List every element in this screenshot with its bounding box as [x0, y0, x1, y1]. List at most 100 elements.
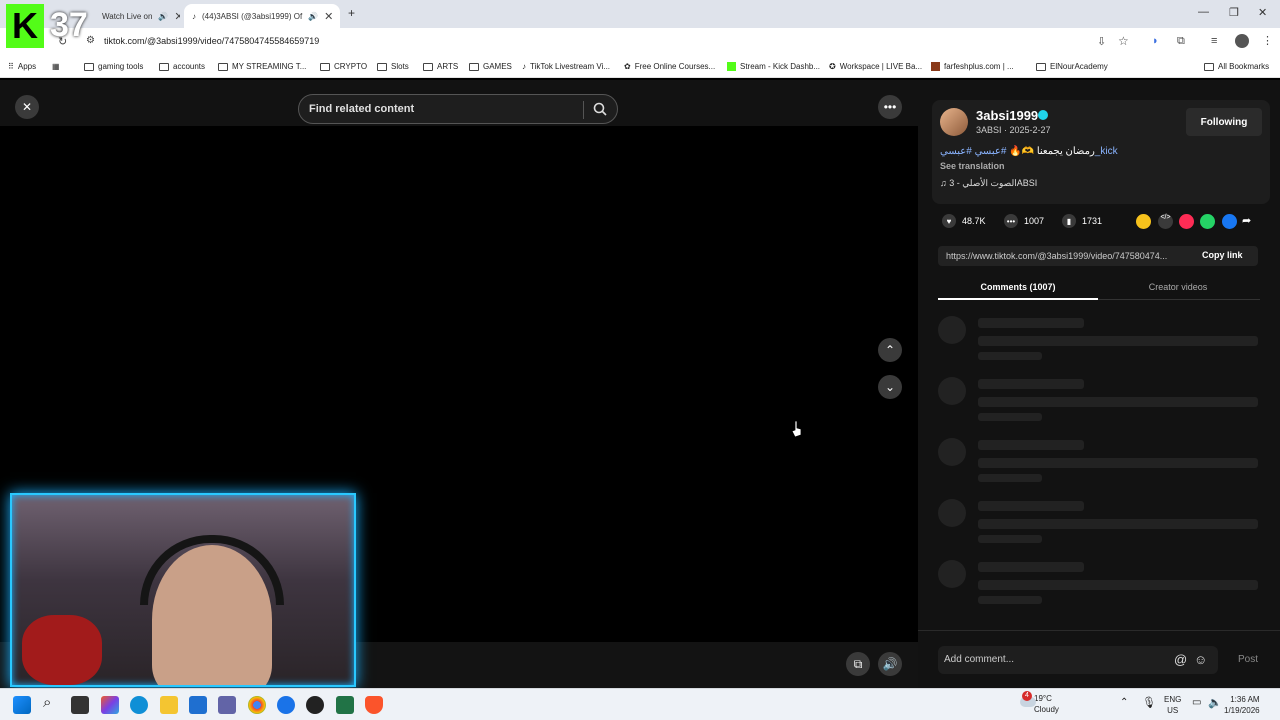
- microphone-icon[interactable]: 🎙: [1142, 696, 1156, 709]
- chair-shape: [22, 615, 102, 685]
- volume-icon[interactable]: 🔊: [878, 652, 902, 676]
- edge-icon[interactable]: [130, 696, 148, 714]
- network-icon[interactable]: ▭: [1192, 697, 1201, 708]
- menu-icon[interactable]: ⋮: [1262, 34, 1273, 47]
- volume-icon[interactable]: 🔈: [1208, 696, 1222, 709]
- embed-icon[interactable]: </>: [1158, 214, 1173, 229]
- bookmark-folder[interactable]: gaming tools: [84, 62, 143, 71]
- more-options-icon[interactable]: •••: [878, 95, 902, 119]
- folder-icon: [423, 62, 433, 71]
- kick-overlay: K 37: [6, 4, 96, 50]
- app-icon[interactable]: [277, 696, 295, 714]
- like-button[interactable]: ♥ 48.7K: [942, 214, 986, 228]
- share-link-text[interactable]: https://www.tiktok.com/@3absi1999/video/…: [946, 251, 1167, 261]
- store-icon[interactable]: [189, 696, 207, 714]
- tab-comments[interactable]: Comments (1007): [938, 282, 1098, 300]
- browser-tab-tiktok[interactable]: ♪ (44)3ABSI (@3absi1999) Of 🔊 ✕: [184, 4, 340, 28]
- profile-avatar[interactable]: [1235, 34, 1249, 48]
- bookmark-folder[interactable]: CRYPTO: [320, 62, 367, 71]
- folder-icon: [218, 62, 228, 71]
- bookmark-folder[interactable]: ElNourAcademy: [1036, 62, 1108, 71]
- bookmark-apps[interactable]: ⠿ Apps: [8, 62, 36, 71]
- task-view-icon[interactable]: [71, 696, 89, 714]
- coin-share-icon[interactable]: [1136, 214, 1151, 229]
- following-button[interactable]: Following: [1186, 108, 1262, 136]
- bookmark-link[interactable]: farfeshplus.com | ...: [931, 62, 1014, 71]
- extension-icon[interactable]: ◗: [1152, 35, 1159, 47]
- comment-input[interactable]: Add comment...: [944, 654, 1014, 665]
- search-box[interactable]: Find related content: [298, 94, 618, 124]
- new-tab-icon[interactable]: +: [348, 6, 355, 20]
- bookmark-folder[interactable]: MY STREAMING T...: [218, 62, 306, 71]
- weather-widget[interactable]: 4 19°C Cloudy: [1020, 691, 1059, 715]
- language-indicator[interactable]: ENG US: [1164, 694, 1181, 716]
- save-button[interactable]: ▮ 1731: [1062, 214, 1102, 228]
- search-icon[interactable]: ⌕: [43, 694, 51, 711]
- comment-button[interactable]: ••• 1007: [1004, 214, 1044, 228]
- mention-icon[interactable]: @: [1174, 652, 1187, 667]
- search-icon[interactable]: [592, 101, 608, 117]
- username[interactable]: 3absi1999: [976, 108, 1038, 123]
- teams-icon[interactable]: [218, 696, 236, 714]
- bookmark-link[interactable]: ✿ Free Online Courses...: [624, 62, 715, 71]
- whatsapp-icon[interactable]: [1200, 214, 1215, 229]
- close-tab-icon[interactable]: ✕: [324, 10, 333, 23]
- tiktok-icon: ♪: [192, 11, 196, 21]
- post-button[interactable]: Post: [1238, 654, 1258, 665]
- weather-badge: 4: [1022, 691, 1032, 701]
- install-icon[interactable]: ⇩: [1097, 35, 1106, 48]
- bookmark-folder[interactable]: accounts: [159, 62, 205, 71]
- emoji-icon[interactable]: ☺: [1194, 652, 1207, 667]
- bookmark-link[interactable]: ♪ TikTok Livestream Vi...: [522, 62, 610, 71]
- weather-temp: 19°C: [1034, 694, 1052, 703]
- bookmark-folder[interactable]: All Bookmarks: [1204, 62, 1269, 71]
- obs-icon[interactable]: [306, 696, 324, 714]
- divider: [918, 630, 1280, 631]
- share-arrow-icon[interactable]: ➦: [1242, 214, 1251, 227]
- copy-link-button[interactable]: Copy link: [1202, 250, 1243, 260]
- extensions-icon[interactable]: ⧉: [1177, 35, 1185, 48]
- chevron-down-icon[interactable]: ⌄: [878, 375, 902, 399]
- url-field[interactable]: tiktok.com/@3absi1999/video/747580474558…: [104, 36, 319, 46]
- comment-input-box[interactable]: Add comment... @ ☺: [938, 646, 1218, 674]
- music-link[interactable]: ♫ الصوت الأصلي - 3ABSI: [940, 178, 1037, 189]
- copilot-icon[interactable]: [101, 696, 119, 714]
- media-icon[interactable]: ≡: [1211, 35, 1217, 47]
- folder-icon: [1036, 62, 1046, 71]
- bookmark-star-icon[interactable]: ☆: [1118, 34, 1129, 48]
- facebook-icon[interactable]: [1222, 214, 1237, 229]
- search-input[interactable]: Find related content: [309, 103, 414, 115]
- excel-icon[interactable]: [336, 696, 354, 714]
- bookmark-folder[interactable]: ARTS: [423, 62, 458, 71]
- chrome-icon[interactable]: [248, 696, 266, 714]
- see-translation-link[interactable]: See translation: [940, 161, 1005, 171]
- viewer-count: 37: [50, 6, 88, 44]
- clock[interactable]: 1:36 AM 1/19/2026: [1224, 694, 1260, 716]
- restore-icon[interactable]: ❐: [1229, 6, 1239, 19]
- bookmark-folder[interactable]: Slots: [377, 62, 409, 71]
- minimize-icon[interactable]: —: [1198, 6, 1209, 18]
- tab-creator-videos[interactable]: Creator videos: [1098, 282, 1258, 292]
- bookmark-link[interactable]: Stream - Kick Dashb...: [727, 62, 820, 71]
- close-window-icon[interactable]: ✕: [1258, 6, 1267, 19]
- comment-icon: •••: [1004, 214, 1018, 228]
- bookmark-folder[interactable]: GAMES: [469, 62, 512, 71]
- brave-icon[interactable]: [365, 696, 383, 714]
- kick-icon: [727, 62, 736, 71]
- start-icon[interactable]: [13, 696, 31, 714]
- taskbar: ⌕ 4 19°C Cloudy ⌃ 🎙 ENG US ▭ 🔈 1:36 AM 1…: [0, 688, 1280, 720]
- bookmark-icon: ▮: [1062, 214, 1076, 228]
- webcam-overlay: [10, 493, 356, 687]
- picture-in-picture-icon[interactable]: ⧉: [846, 652, 870, 676]
- chevron-up-icon[interactable]: ⌃: [1120, 697, 1128, 708]
- search-divider: [583, 101, 584, 119]
- close-icon[interactable]: ✕: [15, 95, 39, 119]
- tab-label: (44)3ABSI (@3absi1999) Of: [202, 11, 303, 21]
- close-tab-icon[interactable]: ✕: [174, 10, 180, 23]
- avatar[interactable]: [940, 108, 968, 136]
- bookmark-link[interactable]: ✪ Workspace | LIVE Ba...: [829, 62, 922, 71]
- bookmark-grid[interactable]: ▦: [52, 62, 60, 71]
- file-explorer-icon[interactable]: [160, 696, 178, 714]
- chevron-up-icon[interactable]: ⌃: [878, 338, 902, 362]
- send-icon[interactable]: [1179, 214, 1194, 229]
